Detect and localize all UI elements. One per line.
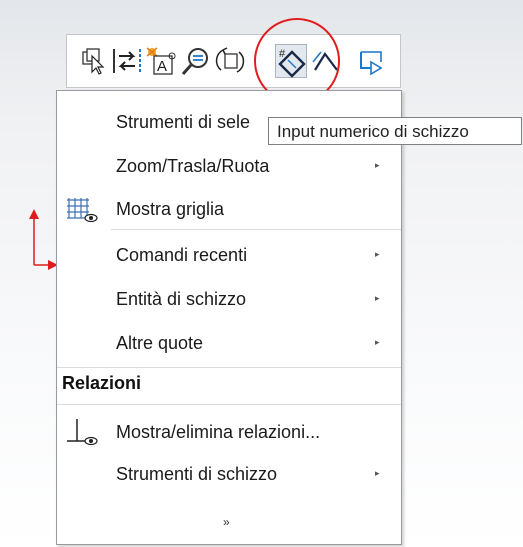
menu-item-label: Zoom/Trasla/Ruota [116,156,270,176]
tooltip: Input numerico di schizzo [268,117,522,145]
submenu-arrow-icon: ▸ [375,160,380,170]
menu-item-zoom-pan-rotate[interactable]: Zoom/Trasla/Ruota ▸ [57,147,401,187]
select-over-geometry-icon[interactable] [79,44,111,78]
menu-separator [57,367,401,368]
menu-item-recent-commands[interactable]: Comandi recenti ▸ [57,236,401,276]
menu-item-sketch-tools[interactable]: Strumenti di schizzo ▸ [57,455,401,495]
menu-item-other-dimensions[interactable]: Altre quote ▸ [57,324,401,364]
section-header-relations: Relazioni [62,373,142,393]
menu-item-label: Strumenti di schizzo [116,464,278,484]
smart-text-icon[interactable]: A [145,44,177,78]
swap-dimension-icon[interactable] [111,44,143,78]
menu-item-sketch-entities[interactable]: Entità di schizzo ▸ [57,280,401,320]
corner-line-icon[interactable] [311,44,343,78]
menu-item-label: Mostra griglia [116,199,225,219]
zoom-to-selection-icon[interactable] [179,44,211,78]
menu-item-show-grid[interactable]: Mostra griglia [57,190,401,230]
menu-item-show-delete-relations[interactable]: Mostra/elimina relazioni... [57,413,401,453]
menu-item-label: Strumenti di sele [116,112,251,132]
submenu-arrow-icon: ▸ [375,249,380,259]
menu-separator [57,404,401,405]
sketch-numeric-input-icon[interactable]: # [275,44,307,78]
submenu-arrow-icon: ▸ [375,337,380,347]
menu-separator [111,229,401,230]
relation-eye-icon [65,417,99,447]
expand-menu-icon[interactable]: » [223,515,230,529]
menu-item-label: Mostra/elimina relazioni... [116,422,321,442]
sketch-origin-icon [22,205,58,275]
submenu-arrow-icon: ▸ [375,468,380,478]
menu-item-label: Comandi recenti [116,245,248,265]
submenu-arrow-icon: ▸ [375,293,380,303]
grid-eye-icon [65,194,99,224]
context-toolbar: A # [66,34,401,88]
svg-text:A: A [157,58,167,75]
rotate-view-icon[interactable] [213,44,245,78]
menu-item-label: Altre quote [116,333,204,353]
undo-arrow-icon[interactable] [357,44,389,78]
menu-item-label: Entità di schizzo [116,289,247,309]
context-menu: Strumenti di sele Zoom/Trasla/Ruota ▸ Mo… [56,90,402,545]
